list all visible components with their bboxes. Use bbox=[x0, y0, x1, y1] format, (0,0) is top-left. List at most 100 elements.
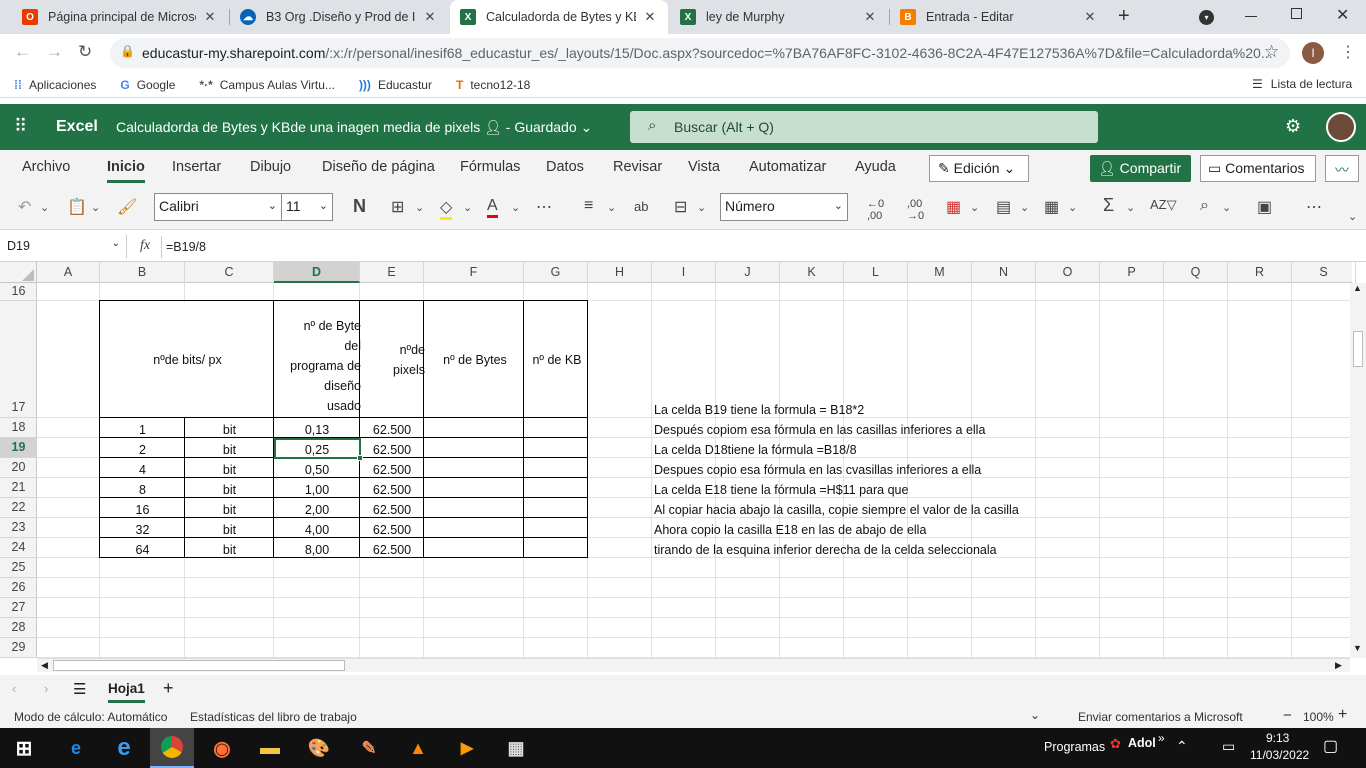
column-header[interactable]: C bbox=[185, 262, 274, 283]
undo-icon[interactable]: ↶ bbox=[18, 197, 31, 217]
align-icon[interactable]: ≡ bbox=[584, 197, 593, 215]
fill-handle[interactable] bbox=[357, 455, 363, 461]
bookmark-educastur[interactable]: ))) Educastur bbox=[359, 78, 432, 92]
cell-bytes[interactable]: 1,00 bbox=[274, 478, 360, 498]
tab-archivo[interactable]: Archivo bbox=[22, 159, 70, 175]
column-header[interactable]: P bbox=[1100, 262, 1164, 283]
cell-pixels[interactable]: 62.500 bbox=[360, 518, 424, 538]
bookmark-campus[interactable]: *·* Campus Aulas Virtu... bbox=[199, 78, 335, 92]
tab-dibujo[interactable]: Dibujo bbox=[250, 159, 291, 175]
select-all[interactable] bbox=[0, 262, 37, 283]
row-header[interactable]: 22 bbox=[0, 498, 37, 518]
row-header[interactable]: 20 bbox=[0, 458, 37, 478]
bookmark-apps[interactable]: ⁞⁞ Aplicaciones bbox=[14, 78, 96, 92]
tab-inicio[interactable]: Inicio bbox=[107, 159, 145, 183]
app-icon[interactable]: ✎ bbox=[355, 734, 383, 762]
scroll-up-icon[interactable]: ▲ bbox=[1353, 283, 1362, 293]
cell-bytes[interactable]: 2,00 bbox=[274, 498, 360, 518]
cell-pixels[interactable]: 62.500 bbox=[360, 458, 424, 478]
header-n-kb[interactable]: nº de KB bbox=[525, 301, 589, 419]
cell-unit[interactable]: bit bbox=[185, 498, 274, 518]
chevron-down-icon[interactable]: ⌄ bbox=[1068, 201, 1077, 214]
function-icon[interactable]: fx bbox=[140, 238, 150, 254]
chevron-down-icon[interactable]: ⌄ bbox=[970, 201, 979, 214]
cell-unit[interactable]: bit bbox=[185, 538, 274, 558]
more-options-icon[interactable]: ⋯ bbox=[1306, 197, 1322, 217]
cell-unit[interactable]: bit bbox=[185, 438, 274, 458]
tab-formulas[interactable]: Fórmulas bbox=[460, 159, 520, 175]
row-header[interactable]: 16 bbox=[0, 283, 37, 301]
chevron-down-icon[interactable]: ⌄ bbox=[697, 201, 706, 214]
search-box[interactable]: ⌕ Buscar (Alt + Q) bbox=[630, 111, 1098, 143]
cell-pixels[interactable]: 62.500 bbox=[360, 478, 424, 498]
profile-avatar[interactable]: I bbox=[1302, 42, 1324, 64]
tab-vista[interactable]: Vista bbox=[688, 159, 720, 175]
tab-datos[interactable]: Datos bbox=[546, 159, 584, 175]
column-header[interactable]: O bbox=[1036, 262, 1100, 283]
close-window-icon[interactable]: ✕ bbox=[1336, 5, 1349, 25]
vlc-icon[interactable]: ▲ bbox=[404, 734, 432, 762]
programs-label[interactable]: Programas bbox=[1044, 740, 1105, 754]
chevron-down-icon[interactable]: ⌄ bbox=[511, 201, 520, 214]
row-header[interactable]: 19 bbox=[0, 438, 37, 458]
workbook-stats[interactable]: Estadísticas del libro de trabajo bbox=[190, 710, 357, 724]
add-sheet-icon[interactable]: + bbox=[163, 678, 174, 699]
wrap-text-icon[interactable]: ab bbox=[634, 199, 648, 214]
chevron-down-icon[interactable]: ⌄ bbox=[91, 201, 100, 214]
cell-bytes[interactable]: 0,50 bbox=[274, 458, 360, 478]
sort-filter-icon[interactable]: AZ▽ bbox=[1150, 197, 1177, 213]
column-header[interactable]: H bbox=[588, 262, 652, 283]
close-tab-icon[interactable]: ✕ bbox=[422, 9, 438, 25]
column-header[interactable]: J bbox=[716, 262, 780, 283]
close-tab-icon[interactable]: ✕ bbox=[202, 9, 218, 25]
browser-tab[interactable]: X ley de Murphy ✕ bbox=[670, 0, 888, 34]
zoom-out-icon[interactable]: − bbox=[1283, 707, 1292, 724]
scroll-down-icon[interactable]: ▼ bbox=[1353, 643, 1362, 653]
paste-icon[interactable]: 📋 bbox=[67, 197, 87, 217]
sheet-tab-hoja1[interactable]: Hoja1 bbox=[108, 681, 145, 703]
row-header[interactable]: 17 bbox=[0, 301, 37, 418]
cell-bytes[interactable]: 8,00 bbox=[274, 538, 360, 558]
cell-bits[interactable]: 32 bbox=[100, 518, 185, 538]
column-header[interactable]: G bbox=[524, 262, 588, 283]
scroll-left-icon[interactable]: ◀ bbox=[41, 660, 48, 671]
vertical-scroll-thumb[interactable] bbox=[1353, 331, 1363, 367]
row-header[interactable]: 23 bbox=[0, 518, 37, 538]
zoom-in-icon[interactable]: + bbox=[1338, 706, 1347, 724]
cell-bytes[interactable]: 4,00 bbox=[274, 518, 360, 538]
app-launcher-icon[interactable]: ⠿ bbox=[14, 116, 28, 137]
document-title[interactable]: Calculadorda de Bytes y KBde una inagen … bbox=[116, 119, 592, 136]
sheet-grid[interactable]: nºde bits/ px nº de Byte del programa de… bbox=[37, 283, 1350, 658]
tab-search-icon[interactable]: ▾ bbox=[1199, 10, 1214, 25]
borders-icon[interactable]: ⊞ bbox=[391, 197, 404, 217]
column-header[interactable]: K bbox=[780, 262, 844, 283]
close-tab-icon[interactable]: ✕ bbox=[1082, 9, 1098, 25]
share-button[interactable]: 👤︎ Compartir bbox=[1090, 155, 1191, 182]
font-name-select[interactable]: Calibri ⌄ bbox=[154, 193, 282, 221]
row-header[interactable]: 27 bbox=[0, 598, 37, 618]
decrease-decimal-icon[interactable]: ,00 →0 bbox=[907, 198, 924, 222]
row-header[interactable]: 26 bbox=[0, 578, 37, 598]
row-header[interactable]: 25 bbox=[0, 558, 37, 578]
network-icon[interactable]: ▭ bbox=[1222, 738, 1235, 755]
ie-icon[interactable]: e bbox=[110, 734, 138, 762]
send-feedback-link[interactable]: Enviar comentarios a Microsoft bbox=[1078, 710, 1243, 724]
number-format-select[interactable]: Número ⌄ bbox=[720, 193, 848, 221]
browser-menu-icon[interactable]: ⋮ bbox=[1340, 42, 1356, 62]
column-header[interactable]: B bbox=[100, 262, 185, 283]
catch-up-icon[interactable]: 〰 bbox=[1325, 155, 1359, 182]
merge-icon[interactable]: ⊟ bbox=[674, 197, 687, 217]
scroll-right-icon[interactable]: ▶ bbox=[1335, 660, 1342, 671]
column-header[interactable]: N bbox=[972, 262, 1036, 283]
note-text[interactable]: La celda B19 tiene la formula = B18*2 bbox=[654, 398, 864, 418]
browser-tab[interactable]: O Página principal de Microsoft ✕ bbox=[12, 0, 228, 34]
bold-button[interactable]: N bbox=[353, 196, 366, 217]
note-text[interactable]: Despues copio esa fórmula en las cvasill… bbox=[654, 458, 981, 478]
zoom-level[interactable]: 100% bbox=[1303, 710, 1334, 724]
column-header[interactable]: I bbox=[652, 262, 716, 283]
restore-icon[interactable] bbox=[1291, 8, 1302, 19]
insert-cells-icon[interactable]: ▦ bbox=[1044, 197, 1059, 217]
url-input[interactable]: 🔒 educastur-my.sharepoint.com/:x:/r/pers… bbox=[110, 38, 1290, 68]
analyze-data-icon[interactable]: ▣ bbox=[1257, 197, 1272, 217]
increase-decimal-icon[interactable]: ←0,00 bbox=[867, 198, 884, 222]
